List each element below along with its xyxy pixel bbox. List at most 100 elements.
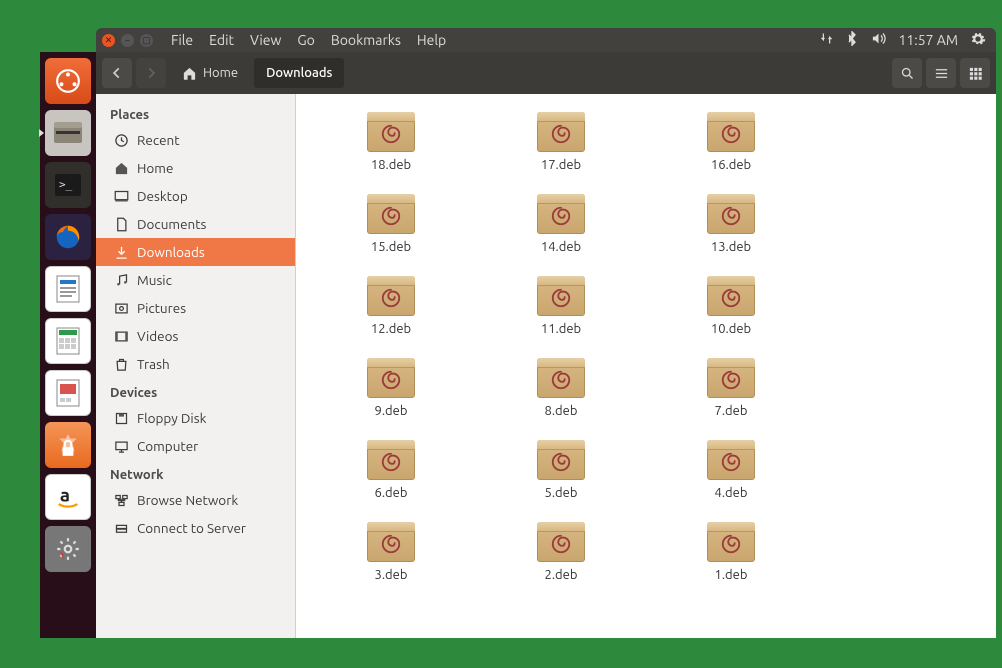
bluetooth-icon[interactable]	[846, 31, 858, 49]
forward-button[interactable]	[136, 58, 166, 88]
sidebar-item-pictures[interactable]: Pictures	[96, 294, 295, 322]
menu-edit[interactable]: Edit	[201, 32, 242, 48]
launcher-files[interactable]	[45, 110, 91, 156]
file-label: 8.deb	[545, 404, 578, 418]
deb-package-icon	[707, 112, 755, 152]
menu-view[interactable]: View	[242, 32, 289, 48]
launcher-calc[interactable]	[45, 318, 91, 364]
path-home[interactable]: Home	[170, 58, 250, 88]
toolbar: Home Downloads	[96, 52, 996, 94]
launcher-amazon[interactable]: a	[45, 474, 91, 520]
file-item[interactable]: 6.deb	[316, 440, 466, 500]
sidebar-item-documents[interactable]: Documents	[96, 210, 295, 238]
sidebar-item-desktop[interactable]: Desktop	[96, 182, 295, 210]
launcher-software[interactable]	[45, 422, 91, 468]
sidebar-item-connect-server[interactable]: Connect to Server	[96, 514, 295, 542]
file-item[interactable]: 2.deb	[486, 522, 636, 582]
sidebar-item-videos[interactable]: Videos	[96, 322, 295, 350]
file-manager: Places Recent Home Desktop Documents Dow…	[96, 94, 996, 638]
deb-package-icon	[537, 522, 585, 562]
file-label: 16.deb	[711, 158, 751, 172]
sidebar-item-music[interactable]: Music	[96, 266, 295, 294]
menu-help[interactable]: Help	[409, 32, 454, 48]
sidebar: Places Recent Home Desktop Documents Dow…	[96, 94, 296, 638]
svg-text:a: a	[60, 485, 70, 506]
file-label: 11.deb	[541, 322, 581, 336]
file-item[interactable]: 4.deb	[656, 440, 806, 500]
deb-package-icon	[537, 358, 585, 398]
file-item[interactable]: 5.deb	[486, 440, 636, 500]
deb-package-icon	[707, 276, 755, 316]
sidebar-header-places: Places	[96, 100, 295, 126]
deb-package-icon	[367, 276, 415, 316]
file-item[interactable]: 8.deb	[486, 358, 636, 418]
file-item[interactable]: 3.deb	[316, 522, 466, 582]
deb-package-icon	[707, 440, 755, 480]
launcher-dash[interactable]	[45, 58, 91, 104]
sidebar-item-downloads[interactable]: Downloads	[96, 238, 295, 266]
sidebar-item-floppy[interactable]: Floppy Disk	[96, 404, 295, 432]
back-button[interactable]	[102, 58, 132, 88]
sidebar-item-browse-network[interactable]: Browse Network	[96, 486, 295, 514]
menu-file[interactable]: File	[163, 32, 201, 48]
file-label: 4.deb	[715, 486, 748, 500]
volume-icon[interactable]	[870, 31, 887, 49]
file-grid-area[interactable]: 18.deb 17.deb 16.deb 15.deb 14.deb 13.deb 12.d…	[296, 94, 996, 638]
deb-package-icon	[367, 440, 415, 480]
menu-go[interactable]: Go	[289, 32, 322, 48]
deb-package-icon	[537, 194, 585, 234]
file-item[interactable]: 10.deb	[656, 276, 806, 336]
file-item[interactable]: 18.deb	[316, 112, 466, 172]
gear-icon[interactable]	[970, 31, 986, 50]
path-current[interactable]: Downloads	[254, 58, 344, 88]
file-item[interactable]: 17.deb	[486, 112, 636, 172]
grid-view-button[interactable]	[960, 58, 990, 88]
file-item[interactable]: 1.deb	[656, 522, 806, 582]
launcher-writer[interactable]	[45, 266, 91, 312]
deb-package-icon	[367, 112, 415, 152]
launcher-terminal[interactable]: >_	[45, 162, 91, 208]
launcher-firefox[interactable]	[45, 214, 91, 260]
file-item[interactable]: 11.deb	[486, 276, 636, 336]
deb-package-icon	[537, 440, 585, 480]
deb-package-icon	[367, 522, 415, 562]
deb-package-icon	[707, 522, 755, 562]
file-item[interactable]: 12.deb	[316, 276, 466, 336]
menu-bookmarks[interactable]: Bookmarks	[323, 32, 409, 48]
window-menubar: ✕ – ▢ File Edit View Go Bookmarks Help 1…	[96, 28, 996, 52]
network-icon[interactable]	[819, 31, 834, 49]
unity-launcher: >_ a	[40, 52, 96, 638]
file-label: 15.deb	[371, 240, 411, 254]
search-button[interactable]	[892, 58, 922, 88]
sidebar-header-network: Network	[96, 460, 295, 486]
deb-package-icon	[707, 358, 755, 398]
sidebar-header-devices: Devices	[96, 378, 295, 404]
file-label: 7.deb	[715, 404, 748, 418]
file-label: 6.deb	[375, 486, 408, 500]
file-item[interactable]: 7.deb	[656, 358, 806, 418]
file-label: 10.deb	[711, 322, 751, 336]
sidebar-item-home[interactable]: Home	[96, 154, 295, 182]
sidebar-item-trash[interactable]: Trash	[96, 350, 295, 378]
file-item[interactable]: 15.deb	[316, 194, 466, 254]
file-label: 18.deb	[371, 158, 411, 172]
launcher-settings[interactable]	[45, 526, 91, 572]
file-item[interactable]: 9.deb	[316, 358, 466, 418]
sidebar-item-recent[interactable]: Recent	[96, 126, 295, 154]
deb-package-icon	[367, 358, 415, 398]
window-close-button[interactable]: ✕	[102, 34, 115, 47]
file-label: 9.deb	[375, 404, 408, 418]
launcher-impress[interactable]	[45, 370, 91, 416]
file-label: 5.deb	[545, 486, 578, 500]
deb-package-icon	[707, 194, 755, 234]
deb-package-icon	[537, 276, 585, 316]
sidebar-item-computer[interactable]: Computer	[96, 432, 295, 460]
clock[interactable]: 11:57 AM	[899, 32, 959, 48]
window-maximize-button[interactable]: ▢	[140, 34, 153, 47]
deb-package-icon	[367, 194, 415, 234]
window-minimize-button[interactable]: –	[121, 34, 134, 47]
file-item[interactable]: 16.deb	[656, 112, 806, 172]
file-item[interactable]: 13.deb	[656, 194, 806, 254]
list-view-button[interactable]	[926, 58, 956, 88]
file-item[interactable]: 14.deb	[486, 194, 636, 254]
